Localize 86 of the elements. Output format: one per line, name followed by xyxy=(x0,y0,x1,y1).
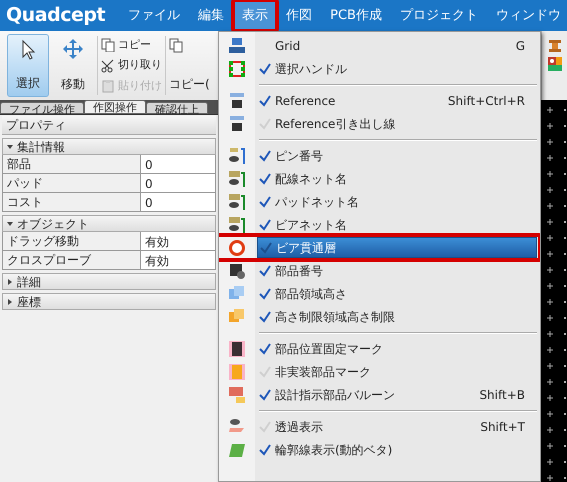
menu-item[interactable]: ビア貫通層 xyxy=(257,237,537,258)
chip-icon xyxy=(228,340,246,358)
tool-button[interactable]: 選択 xyxy=(7,34,49,97)
menu-item[interactable]: Grid G xyxy=(257,35,537,56)
section-title: 座標 xyxy=(17,294,41,310)
net-eye-icon xyxy=(228,216,246,234)
spool-icon[interactable] xyxy=(548,39,562,53)
tool-button: 貼り付け xyxy=(101,77,162,95)
section-title: 詳細 xyxy=(17,274,41,290)
section-title: オブジェクト xyxy=(17,216,89,232)
check-icon xyxy=(259,388,271,400)
menu-item[interactable]: Reference Shift+Ctrl+R xyxy=(257,90,537,111)
menu-item[interactable]: 透過表示 Shift+T xyxy=(257,416,537,437)
pad-icon[interactable] xyxy=(548,57,562,71)
menu-item[interactable]: ウィンドウ xyxy=(486,0,567,31)
menu-item[interactable]: 選択ハンドル xyxy=(257,58,537,79)
section-header[interactable]: 詳細 xyxy=(2,273,216,290)
menu-item[interactable]: 部品位置固定マーク xyxy=(257,338,537,359)
menu-item[interactable]: 設計指示部品バルーン Shift+B xyxy=(257,384,537,405)
caret-right-icon xyxy=(7,298,13,304)
property-value: 有効 xyxy=(141,251,215,269)
panel-title: プロパティ xyxy=(2,116,216,135)
caret-right-icon xyxy=(7,278,13,284)
check-icon xyxy=(259,264,271,276)
check-icon xyxy=(259,196,271,208)
menu-item[interactable]: 部品領域高さ xyxy=(257,283,537,304)
ribbon-tab[interactable]: ファイル操作 xyxy=(0,102,84,114)
handles-icon xyxy=(228,60,246,78)
menu-item[interactable]: ピン番号 xyxy=(257,145,537,166)
check-icon xyxy=(259,62,271,74)
property-value: 有効 xyxy=(141,232,215,250)
section-header[interactable]: 座標 xyxy=(2,293,216,310)
check-icon xyxy=(260,242,272,254)
menu-item[interactable]: ビアネット名 xyxy=(257,214,537,235)
grid-icon xyxy=(228,36,246,54)
tool-button[interactable]: コピー( xyxy=(169,34,210,97)
menu-item[interactable]: 高さ制限領域高さ制限 xyxy=(257,306,537,327)
check-icon xyxy=(259,94,271,106)
check-icon xyxy=(259,310,271,322)
check-icon xyxy=(259,288,271,300)
caret-down-icon xyxy=(7,220,13,226)
menu-item[interactable]: PCB作成 xyxy=(321,0,391,31)
check-icon xyxy=(259,420,271,432)
cut-icon xyxy=(101,58,115,72)
ribbon-tab[interactable]: 確認仕上 xyxy=(146,102,208,114)
chip-icon xyxy=(228,362,246,380)
menu-item[interactable]: 配線ネット名 xyxy=(257,168,537,189)
move-icon xyxy=(62,38,84,60)
chip-eye-icon xyxy=(228,262,246,280)
section-header[interactable]: オブジェクト xyxy=(2,215,216,232)
tool-button[interactable]: 移動 xyxy=(52,34,94,97)
balloon-icon xyxy=(228,386,246,404)
net-eye-icon xyxy=(228,170,246,188)
section-header[interactable]: 集計情報 xyxy=(2,138,216,155)
property-value: 0 xyxy=(141,193,215,211)
menu-item[interactable]: 作図 xyxy=(277,0,322,31)
chip-icon xyxy=(228,114,246,132)
property-value: 0 xyxy=(141,174,215,192)
tool-button[interactable]: 切り取り xyxy=(101,56,162,74)
property-value: 0 xyxy=(141,155,215,173)
menu-item[interactable]: Reference引き出し線 xyxy=(257,113,537,134)
menu-item[interactable]: パッドネット名 xyxy=(257,191,537,212)
chip-icon xyxy=(228,92,246,110)
check-icon xyxy=(259,218,271,230)
check-icon xyxy=(259,342,271,354)
ribbon-tab[interactable]: 作図操作 xyxy=(84,100,146,114)
menu-item[interactable]: 非実装部品マーク xyxy=(257,361,537,382)
menu-item[interactable]: 部品番号 xyxy=(257,260,537,281)
check-icon xyxy=(259,118,271,130)
section-title: 集計情報 xyxy=(17,138,65,156)
check-icon xyxy=(259,444,271,456)
check-icon xyxy=(259,172,271,184)
caret-down-icon xyxy=(7,144,13,150)
menu-item[interactable]: 輪郭線表示(動的ベタ) xyxy=(257,439,537,460)
copy-icon xyxy=(101,38,115,52)
check-icon xyxy=(259,150,271,162)
paste-icon xyxy=(101,79,115,93)
menu-item[interactable]: 編集 xyxy=(189,0,234,31)
net-eye-icon xyxy=(228,192,246,210)
tool-button[interactable]: コピー xyxy=(101,36,162,54)
app-logo: Quadcept xyxy=(5,3,106,28)
via-icon xyxy=(228,238,246,256)
menu-item[interactable]: ファイル xyxy=(119,0,190,31)
check-icon xyxy=(259,366,271,378)
pin-eye-icon xyxy=(228,146,246,164)
menu-item[interactable]: プロジェクト xyxy=(390,0,487,31)
